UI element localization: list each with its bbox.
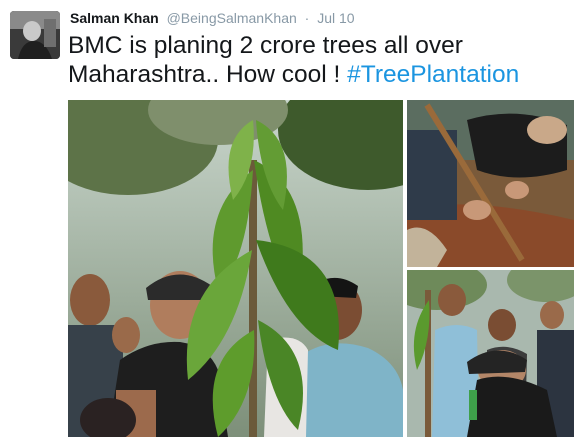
media-grid: [68, 100, 584, 437]
meta-separator: ·: [304, 10, 310, 26]
author-handle[interactable]: @BeingSalmanKhan: [167, 10, 297, 26]
author-name[interactable]: Salman Khan: [70, 10, 159, 26]
group-planting-photo: [407, 270, 574, 437]
tweet-text: BMC is planing 2 crore trees all over Ma…: [68, 31, 578, 89]
photo-bottom-right[interactable]: [407, 270, 574, 437]
avatar-photo: [10, 11, 60, 59]
digging-photo: [407, 100, 574, 267]
photo-main[interactable]: [68, 100, 403, 437]
photo-top-right[interactable]: [407, 100, 574, 267]
tweet-header: Salman Khan @BeingSalmanKhan · Jul 10: [70, 10, 355, 27]
avatar[interactable]: [10, 11, 60, 59]
hashtag-link[interactable]: #TreePlantation: [347, 61, 519, 88]
tweet-date[interactable]: Jul 10: [317, 10, 354, 26]
tree-planting-photo: [68, 100, 403, 437]
